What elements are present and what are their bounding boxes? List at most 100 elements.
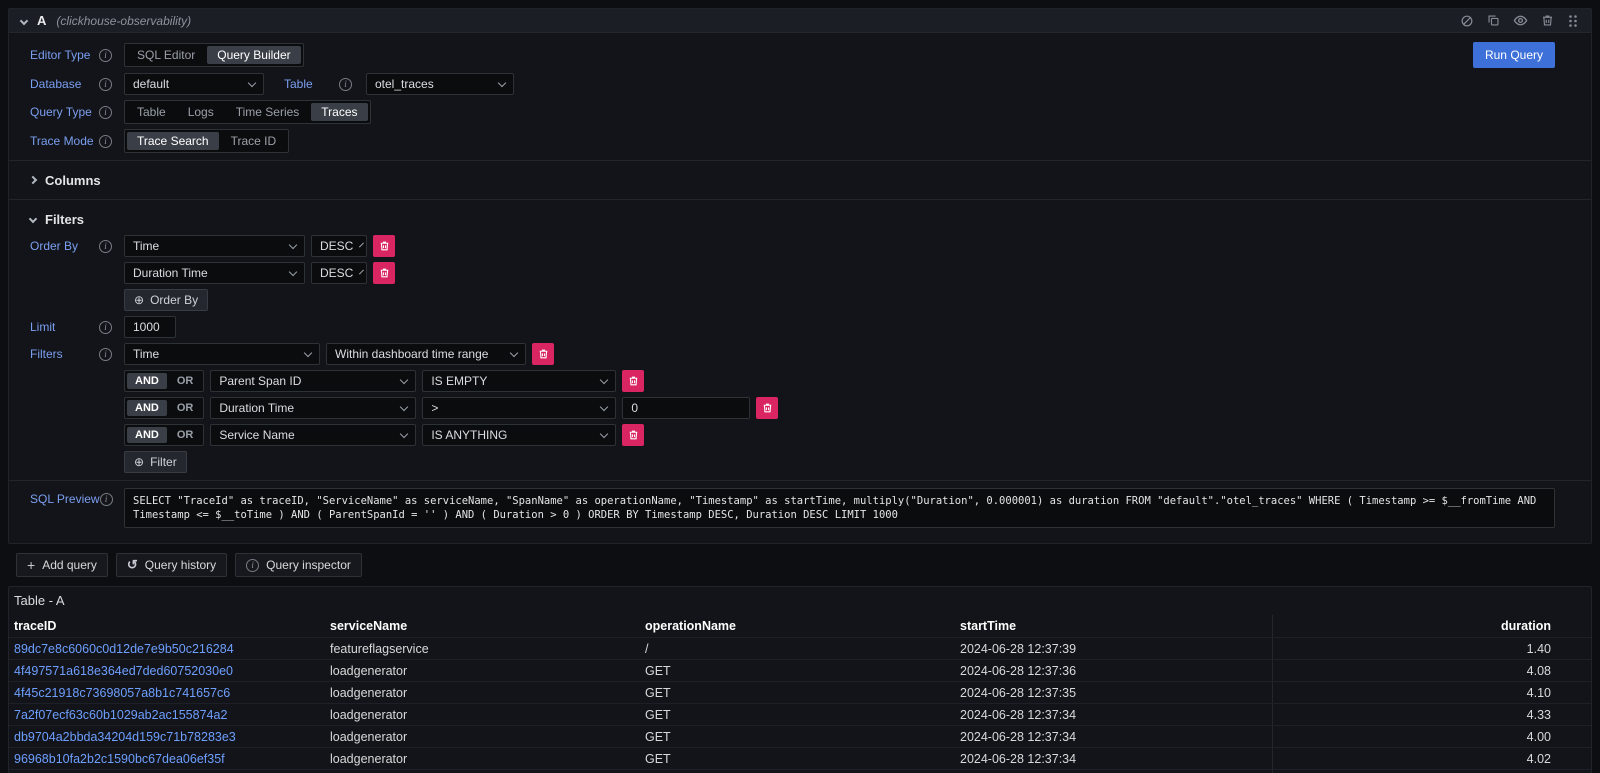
order-by-field-select[interactable]: Duration Time — [124, 262, 305, 284]
trace-mode-option-trace-search[interactable]: Trace Search — [127, 132, 219, 150]
delete-order-by-button[interactable] — [373, 235, 395, 257]
or-option[interactable]: OR — [169, 373, 202, 389]
filter-field-select[interactable]: Time — [124, 343, 320, 365]
editor-type-label: Editor Type — [30, 48, 90, 62]
delete-query-trash-icon[interactable] — [1541, 14, 1554, 27]
circled-plus-icon — [134, 455, 144, 469]
order-by-direction-select[interactable]: DESC — [311, 235, 367, 257]
delete-order-by-button[interactable] — [373, 262, 395, 284]
service-name-cell: featureflagservice — [325, 638, 640, 659]
order-by-direction-select[interactable]: DESC — [311, 262, 367, 284]
chevron-down-icon — [289, 267, 297, 275]
column-header-duration[interactable]: duration — [1272, 615, 1591, 637]
delete-filter-button[interactable] — [622, 370, 644, 392]
and-option[interactable]: AND — [127, 400, 167, 416]
trace-mode-row: Trace Mode Trace Search Trace ID — [30, 129, 1577, 153]
filter-operator-select[interactable]: > — [422, 397, 616, 419]
operation-name-cell: / — [640, 638, 955, 659]
or-option[interactable]: OR — [169, 400, 202, 416]
info-icon[interactable] — [99, 321, 112, 334]
order-by-field-select[interactable]: Time — [124, 235, 305, 257]
filter-operator-select[interactable]: Within dashboard time range — [326, 343, 526, 365]
add-order-by-button[interactable]: Order By — [124, 289, 208, 311]
panel-title[interactable]: Table - A — [9, 587, 1591, 615]
info-icon[interactable] — [99, 240, 112, 253]
duplicate-query-icon[interactable] — [1487, 14, 1500, 27]
table-row: 4f45c21918c73698057a8b1c741657c6 loadgen… — [9, 682, 1591, 704]
delete-filter-button[interactable] — [532, 343, 554, 365]
and-option[interactable]: AND — [127, 427, 167, 443]
info-icon[interactable] — [99, 348, 112, 361]
or-option[interactable]: OR — [169, 427, 202, 443]
query-inspector-button[interactable]: Query inspector — [235, 553, 362, 577]
filter-operator-select[interactable]: IS EMPTY — [422, 370, 616, 392]
trace-id-link[interactable]: db9704a2bbda34204d159c71b78283e3 — [9, 726, 325, 747]
operation-name-cell: GET — [640, 726, 955, 747]
trace-id-link[interactable]: 4f45c21918c73698057a8b1c741657c6 — [9, 682, 325, 703]
info-icon[interactable] — [99, 78, 112, 91]
query-type-option-time-series[interactable]: Time Series — [226, 103, 310, 121]
filter-operator-select[interactable]: IS ANYTHING — [422, 424, 616, 446]
trace-id-link[interactable]: 4f497571a618e364ed7ded60752030e0 — [9, 660, 325, 681]
section-divider — [9, 199, 1591, 200]
trace-id-link[interactable]: 89dc7e8c6060c0d12de7e9b50c216284 — [9, 638, 325, 659]
database-select[interactable]: default — [124, 73, 264, 95]
and-or-toggle: AND OR — [124, 397, 204, 419]
grafana-query-editor-page: A (clickhouse-observability) — [0, 0, 1600, 773]
filter-value-input[interactable] — [622, 397, 750, 419]
columns-section-toggle[interactable]: Columns — [30, 168, 1577, 192]
duration-cell: 4.02 — [1272, 748, 1591, 769]
query-row-header[interactable]: A (clickhouse-observability) — [9, 9, 1591, 33]
table-select[interactable]: otel_traces — [366, 73, 514, 95]
column-header-traceid[interactable]: traceID — [9, 615, 325, 637]
info-icon[interactable] — [99, 135, 112, 148]
run-query-button[interactable]: Run Query — [1473, 42, 1555, 68]
toggle-visibility-eye-icon[interactable] — [1513, 13, 1528, 28]
editor-type-option-query-builder[interactable]: Query Builder — [207, 46, 300, 64]
column-header-starttime[interactable]: startTime — [955, 615, 1272, 637]
disable-query-icon[interactable] — [1460, 14, 1474, 28]
filters-section-toggle[interactable]: Filters — [30, 207, 1577, 231]
chevron-down-icon — [29, 215, 37, 223]
editor-type-option-sql-editor[interactable]: SQL Editor — [127, 46, 205, 64]
query-type-option-logs[interactable]: Logs — [178, 103, 224, 121]
order-by-row: Order By Time DESC — [30, 235, 1577, 257]
table-header-row: traceID serviceName operationName startT… — [9, 615, 1591, 638]
delete-filter-button[interactable] — [756, 397, 778, 419]
chevron-down-icon — [600, 375, 608, 383]
column-header-operationname[interactable]: operationName — [640, 615, 955, 637]
add-query-button[interactable]: Add query — [16, 553, 108, 577]
query-type-option-table[interactable]: Table — [127, 103, 176, 121]
query-history-button[interactable]: Query history — [116, 553, 227, 577]
drag-handle-icon[interactable] — [1567, 14, 1579, 28]
table-row: 89dc7e8c6060c0d12de7e9b50c216284 feature… — [9, 638, 1591, 660]
chevron-down-icon — [359, 242, 364, 247]
section-divider — [9, 160, 1591, 161]
limit-row: Limit — [30, 316, 1577, 338]
add-order-by-row: Order By — [30, 289, 1577, 311]
and-option[interactable]: AND — [127, 373, 167, 389]
info-icon[interactable] — [100, 493, 113, 506]
filters-label: Filters — [30, 347, 63, 361]
limit-input[interactable] — [124, 316, 176, 338]
filter-field-select[interactable]: Duration Time — [210, 397, 416, 419]
collapse-chevron-down-icon[interactable] — [20, 16, 28, 24]
and-or-toggle: AND OR — [124, 424, 204, 446]
start-time-cell: 2024-06-28 12:37:39 — [955, 638, 1272, 659]
filter-condition-row: AND OR Duration Time > — [30, 397, 1577, 419]
operation-name-cell: GET — [640, 748, 955, 769]
trace-id-link[interactable]: 7a2f07ecf63c60b1029ab2ac155874a2 — [9, 704, 325, 725]
service-name-cell: loadgenerator — [325, 682, 640, 703]
filter-field-select[interactable]: Parent Span ID — [210, 370, 416, 392]
duration-cell: 4.10 — [1272, 682, 1591, 703]
filter-field-select[interactable]: Service Name — [210, 424, 416, 446]
info-icon[interactable] — [99, 106, 112, 119]
info-icon[interactable] — [339, 78, 352, 91]
delete-filter-button[interactable] — [622, 424, 644, 446]
trace-mode-option-trace-id[interactable]: Trace ID — [221, 132, 287, 150]
query-type-option-traces[interactable]: Traces — [311, 103, 367, 121]
info-icon[interactable] — [99, 49, 112, 62]
trace-id-link[interactable]: 96968b10fa2b2c1590bc67dea06ef35f — [9, 748, 325, 769]
add-filter-button[interactable]: Filter — [124, 451, 187, 473]
column-header-servicename[interactable]: serviceName — [325, 615, 640, 637]
